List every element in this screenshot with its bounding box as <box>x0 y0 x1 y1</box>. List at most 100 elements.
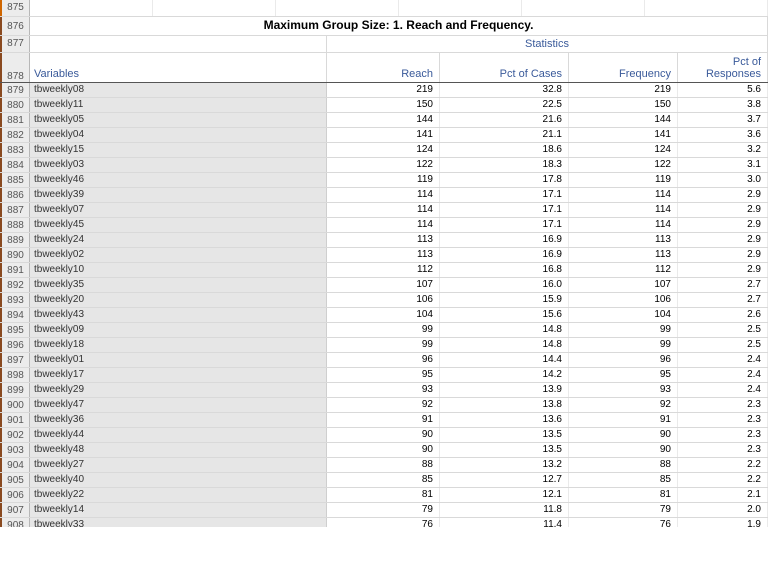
row-number[interactable]: 882 <box>0 128 30 142</box>
cell-pct-responses[interactable]: 2.9 <box>678 263 768 277</box>
column-header-pct-cases[interactable]: Pct of Cases <box>440 53 569 82</box>
row-number[interactable]: 905 <box>0 473 30 487</box>
cell-variable[interactable]: tbweekly29 <box>30 383 327 397</box>
cell-reach[interactable]: 112 <box>327 263 440 277</box>
row-number[interactable]: 886 <box>0 188 30 202</box>
cell-pct-responses[interactable]: 2.4 <box>678 383 768 397</box>
cell-pct-cases[interactable]: 12.7 <box>440 473 569 487</box>
cell-variable[interactable]: tbweekly40 <box>30 473 327 487</box>
row-number[interactable]: 893 <box>0 293 30 307</box>
cell-reach[interactable]: 104 <box>327 308 440 322</box>
cell-reach[interactable]: 107 <box>327 278 440 292</box>
row-number[interactable]: 877 <box>0 36 30 52</box>
row-number[interactable]: 906 <box>0 488 30 502</box>
cell-reach[interactable]: 88 <box>327 458 440 472</box>
cell-reach[interactable]: 114 <box>327 218 440 232</box>
cell-pct-responses[interactable]: 2.1 <box>678 488 768 502</box>
cell-pct-cases[interactable]: 14.2 <box>440 368 569 382</box>
cell-pct-responses[interactable]: 2.4 <box>678 353 768 367</box>
cell-variable[interactable]: tbweekly35 <box>30 278 327 292</box>
cell-variable[interactable]: tbweekly43 <box>30 308 327 322</box>
cell-pct-responses[interactable]: 2.3 <box>678 413 768 427</box>
cell-reach[interactable]: 119 <box>327 173 440 187</box>
cell-pct-cases[interactable]: 15.6 <box>440 308 569 322</box>
cell-variable[interactable]: tbweekly22 <box>30 488 327 502</box>
row-number[interactable]: 876 <box>0 17 30 35</box>
table-title[interactable]: Maximum Group Size: 1. Reach and Frequen… <box>30 17 768 35</box>
cell-pct-cases[interactable]: 18.6 <box>440 143 569 157</box>
cell-variable[interactable]: tbweekly39 <box>30 188 327 202</box>
row-number[interactable]: 880 <box>0 98 30 112</box>
cell-pct-cases[interactable]: 21.1 <box>440 128 569 142</box>
row-number[interactable]: 908 <box>0 518 30 527</box>
cell-pct-cases[interactable]: 11.4 <box>440 518 569 527</box>
cell-variable[interactable]: tbweekly45 <box>30 218 327 232</box>
cell-variable[interactable]: tbweekly36 <box>30 413 327 427</box>
cell-reach[interactable]: 92 <box>327 398 440 412</box>
row-number[interactable]: 887 <box>0 203 30 217</box>
cell-reach[interactable]: 93 <box>327 383 440 397</box>
cell-pct-responses[interactable]: 3.2 <box>678 143 768 157</box>
row-number[interactable]: 888 <box>0 218 30 232</box>
cell-frequency[interactable]: 114 <box>569 188 678 202</box>
cell-reach[interactable]: 122 <box>327 158 440 172</box>
cell-frequency[interactable]: 85 <box>569 473 678 487</box>
row-number[interactable]: 902 <box>0 428 30 442</box>
cell-frequency[interactable]: 99 <box>569 323 678 337</box>
cell-pct-cases[interactable]: 14.8 <box>440 338 569 352</box>
cell-variable[interactable]: tbweekly02 <box>30 248 327 262</box>
cell-pct-responses[interactable]: 2.2 <box>678 458 768 472</box>
cell-variable[interactable]: tbweekly08 <box>30 83 327 97</box>
cell-variable[interactable]: tbweekly07 <box>30 203 327 217</box>
cell-pct-responses[interactable]: 3.1 <box>678 158 768 172</box>
cell-reach[interactable]: 90 <box>327 428 440 442</box>
cell-frequency[interactable]: 106 <box>569 293 678 307</box>
cell-frequency[interactable]: 93 <box>569 383 678 397</box>
cell-pct-cases[interactable]: 15.9 <box>440 293 569 307</box>
cell-pct-cases[interactable]: 12.1 <box>440 488 569 502</box>
cell-frequency[interactable]: 124 <box>569 143 678 157</box>
cell-pct-cases[interactable]: 13.5 <box>440 443 569 457</box>
cell-pct-responses[interactable]: 2.2 <box>678 473 768 487</box>
cell-reach[interactable]: 144 <box>327 113 440 127</box>
row-number[interactable]: 899 <box>0 383 30 397</box>
cell-frequency[interactable]: 91 <box>569 413 678 427</box>
cell-frequency[interactable]: 96 <box>569 353 678 367</box>
cell-frequency[interactable]: 104 <box>569 308 678 322</box>
cell-frequency[interactable]: 76 <box>569 518 678 527</box>
cell-variable[interactable]: tbweekly15 <box>30 143 327 157</box>
cell-pct-responses[interactable]: 2.3 <box>678 428 768 442</box>
cell-pct-cases[interactable]: 14.4 <box>440 353 569 367</box>
cell-pct-cases[interactable]: 22.5 <box>440 98 569 112</box>
column-header-frequency[interactable]: Frequency <box>569 53 678 82</box>
cell-frequency[interactable]: 114 <box>569 203 678 217</box>
cell-reach[interactable]: 150 <box>327 98 440 112</box>
cell-variable[interactable]: tbweekly03 <box>30 158 327 172</box>
cell-variable[interactable]: tbweekly04 <box>30 128 327 142</box>
cell-frequency[interactable]: 107 <box>569 278 678 292</box>
row-number[interactable]: 897 <box>0 353 30 367</box>
cell-pct-cases[interactable]: 13.2 <box>440 458 569 472</box>
cell-variable[interactable]: tbweekly33 <box>30 518 327 527</box>
row-number[interactable]: 900 <box>0 398 30 412</box>
cell-pct-cases[interactable]: 17.1 <box>440 188 569 202</box>
cell-pct-responses[interactable]: 3.7 <box>678 113 768 127</box>
cell-pct-cases[interactable]: 14.8 <box>440 323 569 337</box>
cell-frequency[interactable]: 112 <box>569 263 678 277</box>
row-number[interactable]: 875 <box>0 0 30 16</box>
cell-pct-cases[interactable]: 11.8 <box>440 503 569 517</box>
cell-frequency[interactable]: 122 <box>569 158 678 172</box>
cell-pct-responses[interactable]: 3.0 <box>678 173 768 187</box>
row-number[interactable]: 907 <box>0 503 30 517</box>
blank-cells[interactable] <box>30 0 768 16</box>
cell-pct-cases[interactable]: 21.6 <box>440 113 569 127</box>
row-number[interactable]: 895 <box>0 323 30 337</box>
cell-pct-responses[interactable]: 1.9 <box>678 518 768 527</box>
cell-pct-responses[interactable]: 2.3 <box>678 398 768 412</box>
column-header-pct-responses[interactable]: Pct of Responses <box>678 53 768 82</box>
cell-reach[interactable]: 99 <box>327 323 440 337</box>
row-number[interactable]: 904 <box>0 458 30 472</box>
cell-frequency[interactable]: 92 <box>569 398 678 412</box>
column-header-statistics[interactable]: Statistics <box>327 36 768 52</box>
row-number[interactable]: 889 <box>0 233 30 247</box>
